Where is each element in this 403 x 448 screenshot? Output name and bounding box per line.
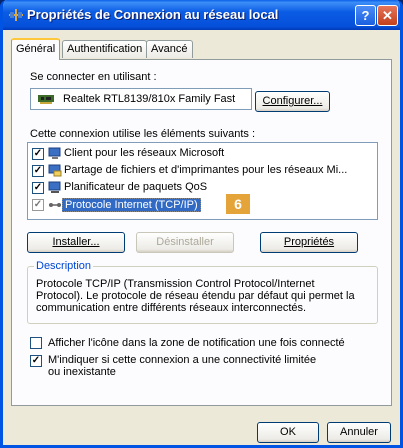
network-connection-icon <box>9 9 23 21</box>
ok-label: OK <box>280 426 296 438</box>
uninstall-button[interactable]: Désinstaller <box>136 232 234 253</box>
components-list[interactable]: ✓ Client pour les réseaux Microsoft ✓ Pa… <box>27 142 378 220</box>
checkbox-tcpip[interactable]: ✓ <box>32 199 44 211</box>
adapter-field[interactable]: Realtek RTL8139/810x Family Fast <box>30 88 252 110</box>
ok-button[interactable]: OK <box>257 422 319 443</box>
item-label-selected: Protocole Internet (TCP/IP) <box>62 198 201 212</box>
checkbox-file-share[interactable]: ✓ <box>32 165 44 177</box>
tab-authentication[interactable]: Authentification <box>62 40 148 58</box>
step-badge: 6 <box>226 194 250 214</box>
notify-limited-label: M'indiquer si cette connexion a une conn… <box>48 354 317 378</box>
connect-using-label: Se connecter en utilisant : <box>30 71 157 83</box>
install-label: Installer... <box>52 236 100 248</box>
file-share-icon <box>48 164 62 177</box>
cancel-button[interactable]: Annuler <box>327 422 391 443</box>
checkbox-client[interactable]: ✓ <box>32 148 44 160</box>
qos-scheduler-icon <box>48 181 61 193</box>
item-label: Planificateur de paquets QoS <box>64 181 208 193</box>
properties-window: Propriétés de Connexion au réseau local … <box>0 0 403 448</box>
show-icon-checkbox[interactable] <box>30 337 42 349</box>
list-item[interactable]: ✓ Protocole Internet (TCP/IP) <box>32 197 375 214</box>
window-title: Propriétés de Connexion au réseau local <box>27 7 279 22</box>
list-item[interactable]: ✓ Planificateur de paquets QoS <box>32 180 375 197</box>
components-label: Cette connexion utilise les éléments sui… <box>30 128 256 140</box>
protocol-icon <box>49 203 61 207</box>
tab-advanced[interactable]: Avancé <box>146 40 193 58</box>
adapter-name: Realtek RTL8139/810x Family Fast <box>63 93 236 105</box>
notify-limited-checkbox[interactable]: ✓ <box>30 355 42 367</box>
description-text: Protocole TCP/IP (Transmission Control P… <box>36 278 355 314</box>
item-label: Client pour les réseaux Microsoft <box>64 147 225 159</box>
general-tab-panel: Se connecter en utilisant : Realtek RTL8… <box>11 59 392 406</box>
list-item[interactable]: ✓ Client pour les réseaux Microsoft <box>32 146 375 163</box>
uninstall-label: Désinstaller <box>156 236 214 248</box>
install-button[interactable]: Installer... <box>27 232 125 253</box>
description-legend: Description <box>34 260 94 272</box>
help-button[interactable]: ? <box>355 5 376 26</box>
properties-label: Propriétés <box>283 236 335 248</box>
close-button[interactable]: ✕ <box>377 5 398 26</box>
tab-general[interactable]: Général <box>11 38 61 60</box>
item-label: Partage de fichiers et d'imprimantes pou… <box>64 164 348 176</box>
network-card-icon <box>38 95 54 104</box>
network-client-icon <box>48 147 61 159</box>
cancel-label: Annuler <box>340 426 378 438</box>
properties-button[interactable]: Propriétés <box>260 232 358 253</box>
configure-button[interactable]: Configurer... <box>255 91 330 112</box>
show-icon-label: Afficher l'icône dans la zone de notific… <box>48 337 345 349</box>
title-bar[interactable]: Propriétés de Connexion au réseau local … <box>3 0 400 30</box>
configure-label: Configurer... <box>262 95 323 107</box>
list-item[interactable]: ✓ Partage de fichiers et d'imprimantes p… <box>32 163 375 180</box>
checkbox-qos[interactable]: ✓ <box>32 182 44 194</box>
